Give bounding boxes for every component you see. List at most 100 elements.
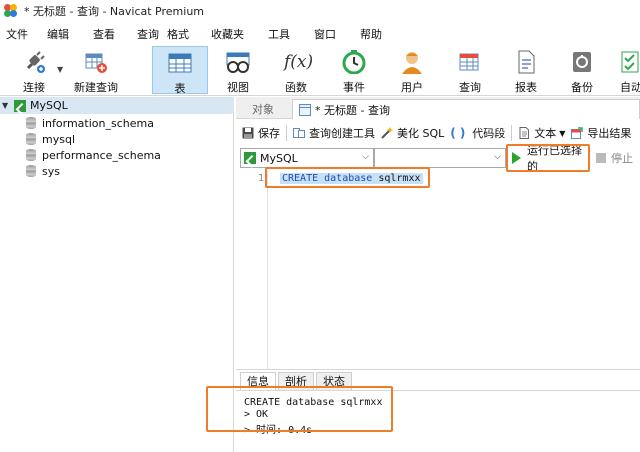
menu-tools[interactable]: 工具 — [262, 26, 290, 42]
new-query-button[interactable]: 新建查询 — [70, 46, 122, 94]
window-title: * 无标题 - 查询 - Navicat Premium — [24, 5, 205, 18]
play-icon — [512, 152, 521, 164]
panel-divider[interactable] — [236, 369, 640, 370]
database-icon — [26, 165, 36, 177]
report-button[interactable]: 报表 — [498, 46, 554, 94]
code-snippet-icon: ( ) — [450, 126, 466, 140]
tree-root-label: MySQL — [30, 99, 68, 112]
table-button[interactable]: 表 — [152, 46, 208, 95]
menu-file[interactable]: 文件 — [0, 26, 28, 42]
query-icon — [458, 50, 482, 74]
tree-item-information-schema[interactable]: information_schema — [26, 115, 154, 131]
output-line: CREATE database sqlrmxx — [244, 397, 383, 408]
text-label: 文本 — [534, 127, 557, 140]
connection-tree: ▼ MySQL information_schema mysql perform… — [0, 97, 234, 452]
chevron-down-icon: ⌵ — [362, 152, 369, 162]
menu-format[interactable]: 格式 — [161, 26, 189, 42]
automation-button[interactable]: 自动 — [610, 46, 640, 94]
view-icon — [226, 50, 250, 74]
editor-gutter: 1 — [236, 171, 268, 369]
query-builder-icon — [293, 127, 305, 139]
line-number: 1 — [258, 173, 265, 184]
menu-favorites[interactable]: 收藏夹 — [205, 26, 244, 42]
automation-label: 自动 — [620, 81, 640, 94]
query-tab-icon — [299, 103, 311, 116]
query-options-row: MySQL ⌵ ⌵ 运行已选择的 停止 — [236, 144, 640, 173]
tree-item-label: mysql — [42, 132, 75, 146]
sql-statement[interactable]: CREATE database sqlrmxx — [280, 173, 423, 184]
query-builder-button[interactable]: 查询创建工具 — [293, 125, 375, 141]
menu-view[interactable]: 查看 — [87, 26, 115, 42]
tab-profile[interactable]: 剖析 — [278, 372, 314, 390]
stop-button[interactable]: 停止 — [596, 150, 633, 166]
tree-root-mysql[interactable]: ▼ MySQL — [0, 97, 234, 114]
menu-edit[interactable]: 编辑 — [41, 26, 69, 42]
user-label: 用户 — [401, 81, 423, 94]
connection-select[interactable]: MySQL ⌵ — [240, 148, 374, 168]
backup-button[interactable]: 备份 — [554, 46, 610, 94]
collapse-arrow-icon[interactable]: ▼ — [2, 101, 14, 110]
chevron-down-icon: ⌵ — [494, 152, 501, 162]
view-button[interactable]: 视图 — [210, 46, 266, 94]
backup-label: 备份 — [571, 81, 593, 94]
user-button[interactable]: 用户 — [384, 46, 440, 94]
text-dropdown-icon[interactable]: ▼ — [559, 129, 565, 138]
tree-item-mysql[interactable]: mysql — [26, 131, 75, 147]
save-button[interactable]: 保存 — [242, 125, 280, 141]
run-selected-button[interactable]: 运行已选择的 — [508, 144, 590, 173]
function-label: 函数 — [285, 81, 307, 94]
beautify-sql-label: 美化 SQL — [397, 127, 445, 140]
message-output: CREATE database sqlrmxx > OK > 时间: 0.4s — [236, 390, 640, 452]
function-icon: f(x) — [284, 52, 314, 72]
menu-window[interactable]: 窗口 — [308, 26, 336, 42]
stop-icon — [596, 153, 606, 163]
plug-icon — [22, 50, 46, 74]
menu-help[interactable]: 帮助 — [354, 26, 382, 42]
save-icon — [242, 127, 254, 139]
export-results-button[interactable]: 导出结果 — [571, 125, 631, 141]
mysql-connection-icon — [244, 152, 256, 164]
tree-item-performance-schema[interactable]: performance_schema — [26, 147, 161, 163]
tree-item-label: performance_schema — [42, 148, 161, 162]
connection-select-value: MySQL — [260, 151, 298, 165]
snippet-button[interactable]: ( ) 代码段 — [450, 125, 505, 141]
tab-query-label: * 无标题 - 查询 — [315, 103, 390, 117]
tab-objects[interactable]: 对象 — [246, 99, 280, 119]
event-button[interactable]: 事件 — [326, 46, 382, 94]
title-bar: * 无标题 - 查询 - Navicat Premium — [0, 0, 640, 22]
tree-item-sys[interactable]: sys — [26, 163, 60, 179]
query-label: 查询 — [459, 81, 481, 94]
text-document-icon — [518, 127, 530, 139]
database-icon — [26, 117, 36, 129]
event-label: 事件 — [343, 81, 365, 94]
output-line: > 时间: 0.4s — [244, 425, 313, 436]
user-icon — [400, 50, 424, 74]
connect-button[interactable]: 连接 — [6, 46, 62, 94]
database-icon — [26, 149, 36, 161]
run-selected-label: 运行已选择的 — [527, 144, 582, 173]
connect-label: 连接 — [23, 81, 45, 94]
menu-query[interactable]: 查询 — [131, 26, 159, 42]
function-button[interactable]: f(x) 函数 — [268, 46, 324, 94]
tree-item-label: information_schema — [42, 116, 154, 130]
menu-bar: 文件 编辑 查看 查询 格式 收藏夹 工具 窗口 帮助 — [0, 24, 640, 44]
clock-icon — [342, 50, 366, 75]
mysql-connection-icon — [14, 99, 26, 112]
navicat-logo-icon — [4, 4, 18, 18]
text-button[interactable]: 文本 ▼ — [518, 125, 565, 141]
sql-editor[interactable]: 1 CREATE database sqlrmxx — [236, 171, 640, 369]
database-select[interactable]: ⌵ — [374, 148, 506, 168]
tree-item-label: sys — [42, 164, 60, 178]
beautify-sql-button[interactable]: 美化 SQL — [381, 125, 444, 141]
sql-identifier: sqlrmxx — [378, 173, 421, 184]
tab-query[interactable]: * 无标题 - 查询 — [292, 99, 640, 119]
tab-status[interactable]: 状态 — [316, 372, 352, 390]
tab-message[interactable]: 信息 — [240, 372, 276, 390]
export-results-label: 导出结果 — [587, 127, 632, 140]
report-icon — [514, 50, 538, 74]
connect-dropdown-icon[interactable]: ▼ — [57, 65, 63, 74]
save-label: 保存 — [258, 127, 280, 140]
query-builder-label: 查询创建工具 — [309, 127, 375, 140]
toolbar-divider — [511, 125, 513, 141]
query-button[interactable]: 查询 — [442, 46, 498, 94]
